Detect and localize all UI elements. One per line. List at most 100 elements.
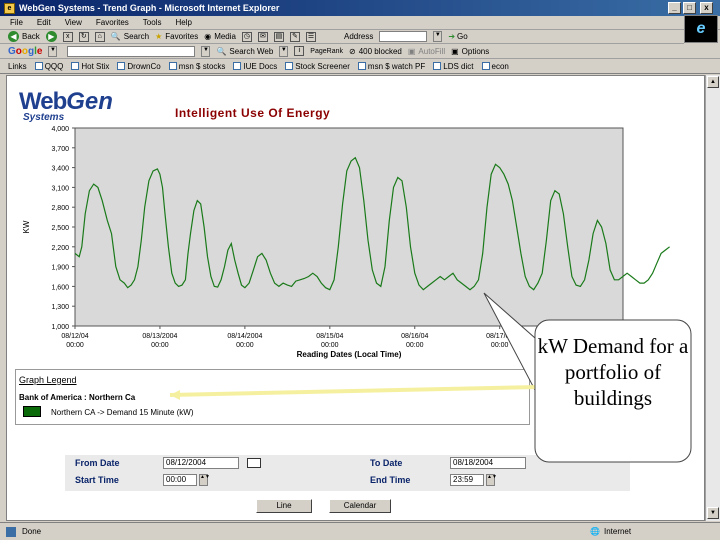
from-date-input[interactable]: 08/12/2004 [163,457,239,469]
security-zone: 🌐 Internet [590,527,631,536]
home-icon[interactable]: ⌂ [94,31,105,42]
options-button[interactable]: ▣ Options [451,47,489,56]
menu-bar: File Edit View Favorites Tools Help [0,16,720,30]
popup-blocker-button[interactable]: ⊘ 400 blocked [349,47,402,56]
search-label: Search [123,32,150,41]
legend-group: Bank of America : Northern Ca [19,393,136,402]
x-tick-time: 00:00 [321,342,339,349]
x-tick-date: 08/12/04 [61,333,88,340]
end-time-input[interactable]: 23:59 [450,474,484,486]
mail-icon[interactable]: ✉ [257,31,268,42]
y-tick-label: 3,100 [51,185,69,192]
window-title: WebGen Systems - Trend Graph - Microsoft… [19,3,280,13]
y-tick-label: 4,000 [51,126,69,133]
x-tick-time: 00:00 [491,342,509,349]
link-label: msn $ stocks [178,61,226,71]
link-msn-watch[interactable]: msn $ watch PF [357,61,426,71]
options-label: Options [461,46,490,56]
media-label: Media [214,32,236,41]
menu-help[interactable]: Help [175,18,191,27]
menu-favorites[interactable]: Favorites [96,18,129,27]
back-label: Back [22,32,40,41]
media-icon: ◉ [204,32,212,41]
favorites-label: Favorites [165,32,199,41]
close-button[interactable]: x [700,2,713,14]
link-label: msn $ watch PF [367,61,426,71]
demand-chart: 1,000 1,300 1,600 1,900 2,200 2,500 2,800 3,100… [22,126,670,359]
autofill-button[interactable]: ▣ AutoFill [408,47,445,56]
menu-tools[interactable]: Tools [143,18,162,27]
start-time-spinner[interactable]: ▲▼ [199,474,210,486]
go-button[interactable]: ➔ Go [448,32,467,41]
address-input[interactable] [379,31,428,42]
google-search-dropdown[interactable]: ▼ [201,45,211,57]
link-lds-dict[interactable]: LDS dict [433,61,474,71]
search-web-dropdown[interactable]: ▼ [279,45,289,57]
standard-toolbar: ◀ Back ▶ x ↻ ⌂ 🔍 Search ★ Favorites ◉ Me… [0,30,684,44]
to-date-input[interactable]: 08/18/2004 [450,457,526,469]
legend-swatch [23,406,41,417]
legend-title: Graph Legend [19,375,77,385]
x-axis-label: Reading Dates (Local Time) [297,350,402,359]
line-button[interactable]: Line [256,499,312,513]
x-tick-date: 08/15/04 [316,333,343,340]
link-hot-stix[interactable]: Hot Stix [71,62,109,71]
y-axis-label: KW [22,220,31,233]
browser-window: e WebGen Systems - Trend Graph - Microso… [0,0,720,540]
link-iue-docs[interactable]: IUE Docs [233,62,277,71]
y-tick-label: 1,600 [51,284,69,291]
back-button[interactable]: ◀ Back [8,31,40,42]
link-drownco[interactable]: DrownCo [117,62,161,71]
status-bar: Done 🌐 Internet [0,522,720,540]
status-text: Done [22,527,42,536]
back-arrow-icon: ◀ [8,31,19,42]
link-label: LDS dict [443,61,474,71]
callout-text: kW Demand for a portfolio of buildings [537,334,689,410]
link-stock-screener[interactable]: Stock Screener [285,62,350,71]
link-econ[interactable]: econ [481,61,509,71]
media-button[interactable]: ◉ Media [204,32,236,41]
edit-icon[interactable]: ✎ [289,31,300,42]
start-time-label: Start Time [75,475,119,485]
google-toolbar: Google ▼ ▼ 🔍 Search Web ▼ i PageRank ⊘ 4… [0,44,720,59]
link-msn-stocks[interactable]: msn $ stocks [168,61,226,71]
link-qqq[interactable]: QQQ [34,62,63,71]
menu-view[interactable]: View [65,18,82,27]
address-dropdown[interactable]: ▼ [433,31,443,42]
print-icon[interactable]: ▤ [273,31,284,42]
forward-arrow-icon[interactable]: ▶ [45,31,57,42]
scroll-down-icon[interactable]: ▼ [707,507,719,519]
link-label: econ [491,61,509,71]
search-button[interactable]: 🔍 Search [111,32,149,41]
google-search-input[interactable] [67,45,196,57]
vertical-scrollbar[interactable]: ▲ ▼ [705,75,720,521]
autofill-icon: ▣ [407,46,416,56]
start-time-input[interactable]: 00:00 [163,474,197,486]
favorites-button[interactable]: ★ Favorites [155,32,198,41]
history-icon[interactable]: ◷ [241,31,252,42]
google-news-icon[interactable]: i [294,46,305,56]
y-tick-label: 3,700 [51,146,69,153]
discuss-icon[interactable]: ☰ [305,31,316,42]
scroll-up-icon[interactable]: ▲ [707,76,719,88]
google-logo[interactable]: Google [8,46,42,57]
minimize-button[interactable]: _ [668,2,681,14]
calendar-button[interactable]: Calendar [329,499,391,513]
link-icon [71,62,80,70]
y-tick-label: 3,400 [51,166,69,173]
link-icon [168,62,177,70]
link-label: Stock Screener [295,61,350,71]
maximize-button[interactable]: □ [683,2,696,14]
menu-edit[interactable]: Edit [37,18,51,27]
popup-blocked-label: 400 blocked [358,46,402,56]
stop-icon[interactable]: x [62,31,73,42]
y-tick-label: 2,200 [51,245,69,252]
end-time-spinner[interactable]: ▲▼ [486,474,497,486]
search-web-button[interactable]: 🔍 Search Web [216,47,273,56]
legend-item: Northern CA -> Demand 15 Minute (kW) [51,408,194,417]
refresh-icon[interactable]: ↻ [78,31,89,42]
pagerank-label[interactable]: PageRank [310,48,343,55]
google-menu-dropdown[interactable]: ▼ [48,45,58,57]
calendar-icon[interactable] [247,458,261,468]
menu-file[interactable]: File [10,18,23,27]
